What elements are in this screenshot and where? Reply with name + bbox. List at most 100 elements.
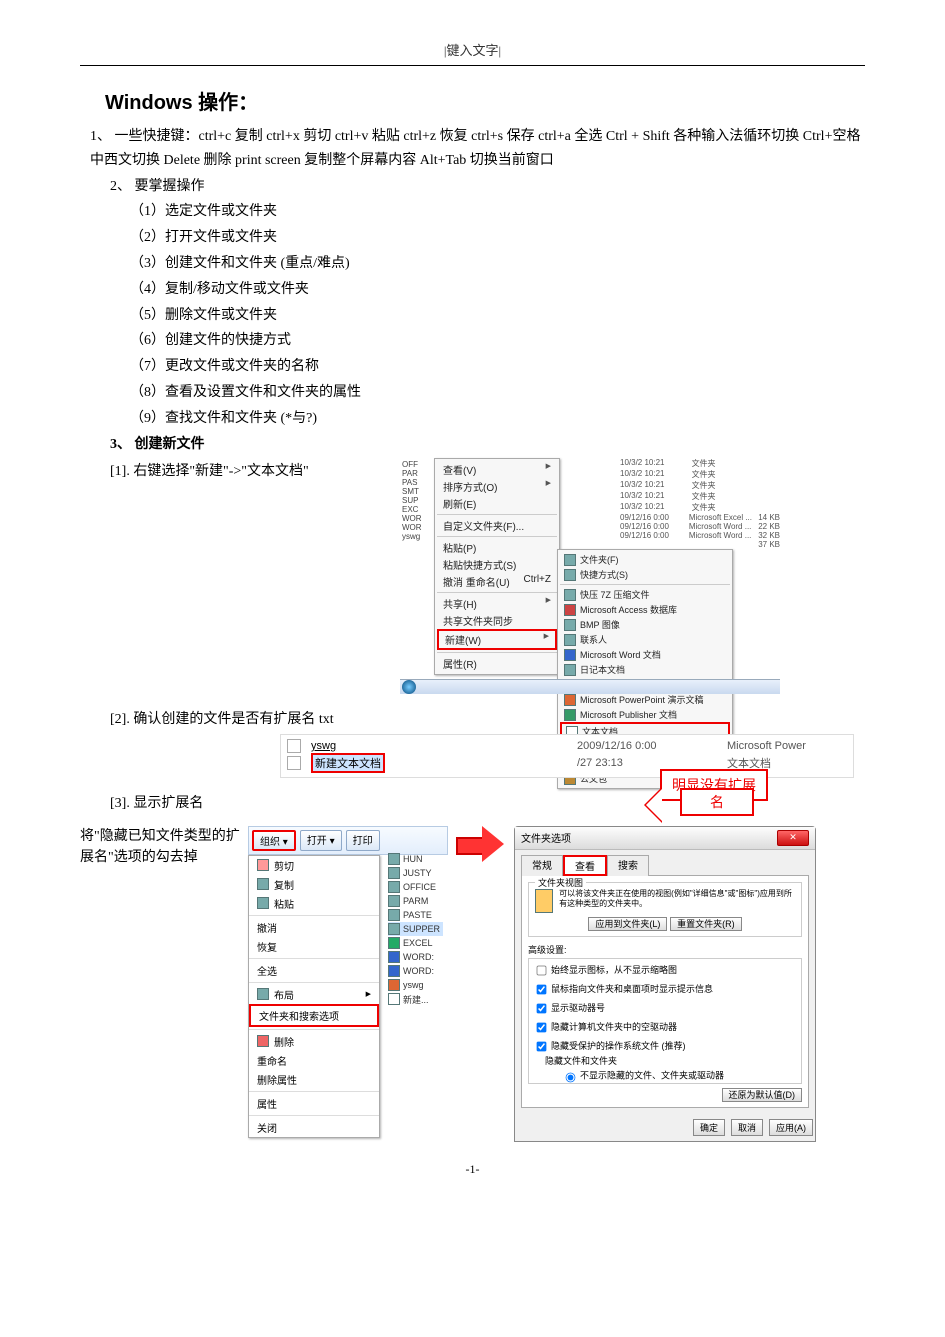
- new-access[interactable]: Microsoft Access 数据库: [560, 602, 730, 617]
- reset-folders-button[interactable]: 重置文件夹(R): [670, 917, 742, 931]
- folder-item[interactable]: PASTE: [388, 908, 443, 922]
- menu-folder-options[interactable]: 文件夹和搜索选项: [249, 1004, 379, 1027]
- new-ppt[interactable]: Microsoft PowerPoint 演示文稿: [560, 692, 730, 707]
- new-pub[interactable]: Microsoft Publisher 文档: [560, 707, 730, 722]
- file-size: 32 KB: [755, 531, 780, 540]
- menu-undo[interactable]: 撤消 重命名(U) Ctrl+Z: [437, 573, 557, 590]
- menu-close[interactable]: 关闭: [249, 1118, 379, 1137]
- start-orb-icon[interactable]: [402, 680, 416, 694]
- advanced-settings-tree[interactable]: 始终显示图标，从不显示缩略图 鼠标指向文件夹和桌面项时显示提示信息 显示驱动器号…: [528, 958, 802, 1084]
- open-button[interactable]: 打开 ▾: [300, 830, 342, 851]
- opt-tooltip[interactable]: 鼠标指向文件夹和桌面项时显示提示信息: [531, 980, 799, 999]
- cancel-button[interactable]: 取消: [731, 1119, 763, 1136]
- print-button[interactable]: 打印: [346, 830, 380, 851]
- folder-item[interactable]: OFF: [402, 460, 432, 469]
- menu-redo[interactable]: 恢复: [249, 937, 379, 956]
- apply-to-folders-button[interactable]: 应用到文件夹(L): [588, 917, 667, 931]
- menu-props[interactable]: 属性: [249, 1094, 379, 1113]
- file-date: 10/3/2 10:21: [620, 491, 686, 502]
- menu-rename[interactable]: 重命名: [249, 1051, 379, 1070]
- file-item[interactable]: WORD:: [388, 950, 443, 964]
- word-icon: [388, 965, 400, 977]
- new-7z[interactable]: 快压 7Z 压缩文件: [560, 587, 730, 602]
- menu-properties[interactable]: 属性(R): [437, 655, 557, 672]
- close-button[interactable]: ✕: [777, 830, 809, 846]
- menu-sort[interactable]: 排序方式(O): [437, 478, 557, 495]
- folder-item[interactable]: JUSTY: [388, 866, 443, 880]
- file-name-edit[interactable]: 新建文本文档: [311, 753, 385, 773]
- opt-hide-empty-drives[interactable]: 隐藏计算机文件夹中的空驱动器: [531, 1018, 799, 1037]
- folder-item-selected[interactable]: SUPPER: [388, 922, 443, 936]
- folder-item[interactable]: SMT: [402, 487, 432, 496]
- file-row[interactable]: yswg 2009/12/16 0:00 Microsoft Power: [287, 739, 847, 753]
- restore-defaults-button[interactable]: 还原为默认值(D): [722, 1088, 803, 1102]
- paste-icon: [257, 897, 269, 909]
- menu-refresh[interactable]: 刷新(E): [437, 495, 557, 512]
- callout-no-extension-2: 名: [680, 788, 754, 816]
- menu-new[interactable]: 新建(W): [437, 629, 557, 650]
- menu-view[interactable]: 查看(V): [437, 461, 557, 478]
- file-item[interactable]: yswg: [388, 978, 443, 992]
- menu-paste[interactable]: 粘贴: [249, 894, 379, 913]
- step-2: [2]. 确认创建的文件是否有扩展名 txt: [110, 708, 865, 732]
- screenshot-context-menu: OFF PAR PAS SMT SUP EXC WOR WOR yswg 10/…: [400, 458, 780, 694]
- folder-item[interactable]: EXC: [402, 505, 432, 514]
- folder-item[interactable]: PAR: [402, 469, 432, 478]
- new-bmp[interactable]: BMP 图像: [560, 617, 730, 632]
- op-2: （2）打开文件或文件夹: [130, 226, 865, 250]
- tab-general[interactable]: 常规: [521, 855, 563, 876]
- file-size: 14 KB: [755, 513, 780, 522]
- tab-view[interactable]: 查看: [563, 855, 607, 876]
- file-item[interactable]: 新建...: [388, 992, 443, 1007]
- access-icon: [564, 604, 576, 616]
- menu-share[interactable]: 共享(H): [437, 595, 557, 612]
- paragraph-3: 3、 创建新文件: [110, 433, 865, 457]
- menu-delete[interactable]: 删除: [249, 1032, 379, 1051]
- folder-icon: [388, 923, 400, 935]
- delete-icon: [257, 1035, 269, 1047]
- excel-icon: [388, 937, 400, 949]
- menu-undo[interactable]: 撤消: [249, 918, 379, 937]
- file-date: /27 23:13: [577, 757, 717, 769]
- ok-button[interactable]: 确定: [693, 1119, 725, 1136]
- file-type: 文件夹: [692, 502, 748, 513]
- page-header: |键入文字|: [80, 40, 865, 66]
- menu-layout[interactable]: 布局: [249, 985, 379, 1004]
- new-shortcut[interactable]: 快捷方式(S): [560, 567, 730, 582]
- menu-remove-props[interactable]: 删除属性: [249, 1070, 379, 1089]
- opt-hide-os-files[interactable]: 隐藏受保护的操作系统文件 (推荐): [531, 1037, 799, 1056]
- tab-search[interactable]: 搜索: [607, 855, 649, 876]
- menu-sync[interactable]: 共享文件夹同步: [437, 612, 557, 629]
- new-word[interactable]: Microsoft Word 文档: [560, 647, 730, 662]
- opt-drive-letter[interactable]: 显示驱动器号: [531, 999, 799, 1018]
- archive-icon: [564, 589, 576, 601]
- folder-item[interactable]: HUN: [388, 852, 443, 866]
- new-journal[interactable]: 日记本文档: [560, 662, 730, 677]
- opt-dont-show-hidden[interactable]: 不显示隐藏的文件、文件夹或驱动器: [531, 1068, 799, 1084]
- file-name: yswg: [311, 740, 567, 752]
- menu-select-all[interactable]: 全选: [249, 961, 379, 980]
- arrow-right-icon: [456, 826, 506, 862]
- file-item[interactable]: WORD:: [388, 964, 443, 978]
- menu-cut[interactable]: 剪切: [249, 856, 379, 875]
- new-folder[interactable]: 文件夹(F): [560, 552, 730, 567]
- menu-customize[interactable]: 自定义文件夹(F)...: [437, 517, 557, 534]
- file-item[interactable]: EXCEL: [388, 936, 443, 950]
- menu-paste[interactable]: 粘贴(P): [437, 539, 557, 556]
- folder-options-dialog: 文件夹选项 ✕ 常规 查看 搜索 文件夹视图 可以将该文件夹正在使用的视图(例如…: [514, 826, 816, 1142]
- folder-item[interactable]: WOR: [402, 523, 432, 532]
- folder-item[interactable]: WOR: [402, 514, 432, 523]
- apply-button[interactable]: 应用(A): [769, 1119, 813, 1136]
- folder-item[interactable]: PARM: [388, 894, 443, 908]
- folder-item[interactable]: yswg: [402, 532, 432, 541]
- new-contact[interactable]: 联系人: [560, 632, 730, 647]
- folder-item[interactable]: PAS: [402, 478, 432, 487]
- menu-paste-shortcut[interactable]: 粘贴快捷方式(S): [437, 556, 557, 573]
- folder-item[interactable]: SUP: [402, 496, 432, 505]
- organize-button[interactable]: 组织 ▾: [252, 830, 296, 851]
- menu-copy[interactable]: 复制: [249, 875, 379, 894]
- folder-item[interactable]: OFFICE: [388, 880, 443, 894]
- file-type: 文件夹: [692, 469, 748, 480]
- file-details-list: 10/3/2 10:21文件夹 10/3/2 10:21文件夹 10/3/2 1…: [620, 458, 780, 549]
- opt-thumbnails[interactable]: 始终显示图标，从不显示缩略图: [531, 961, 799, 980]
